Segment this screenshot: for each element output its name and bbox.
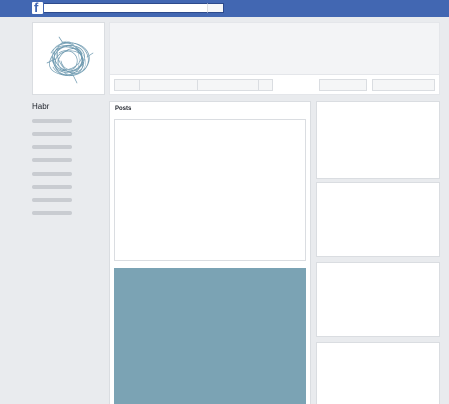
right-sidebar-card[interactable]	[316, 342, 440, 404]
left-nav-item[interactable]	[32, 172, 72, 176]
left-nav-item[interactable]	[32, 211, 72, 215]
left-nav-item[interactable]	[32, 158, 72, 162]
right-sidebar-card[interactable]	[316, 262, 440, 337]
post-card[interactable]	[114, 119, 306, 261]
search-input[interactable]	[44, 3, 224, 13]
posts-title: Posts	[115, 106, 132, 112]
profile-picture[interactable]	[32, 22, 105, 95]
tab-placeholder[interactable]	[258, 79, 273, 91]
cover-photo[interactable]	[109, 22, 440, 74]
right-sidebar-card[interactable]	[316, 182, 440, 257]
facebook-logo-icon[interactable]: f	[32, 0, 43, 15]
action-button-placeholder[interactable]	[319, 79, 367, 91]
page-name[interactable]: Habr	[32, 102, 49, 112]
tab-placeholder[interactable]	[114, 79, 140, 91]
right-sidebar-card[interactable]	[316, 101, 440, 179]
search-button[interactable]	[207, 3, 224, 13]
scribble-ball-avatar	[46, 36, 94, 84]
post-image[interactable]	[114, 268, 306, 404]
left-nav-item[interactable]	[32, 132, 72, 136]
action-button-placeholder[interactable]	[372, 79, 435, 91]
left-nav-item[interactable]	[32, 185, 72, 189]
left-nav-item[interactable]	[32, 145, 72, 149]
left-nav-item[interactable]	[32, 198, 72, 202]
left-nav-item[interactable]	[32, 119, 72, 123]
tab-placeholder[interactable]	[197, 79, 259, 91]
tab-placeholder[interactable]	[139, 79, 198, 91]
